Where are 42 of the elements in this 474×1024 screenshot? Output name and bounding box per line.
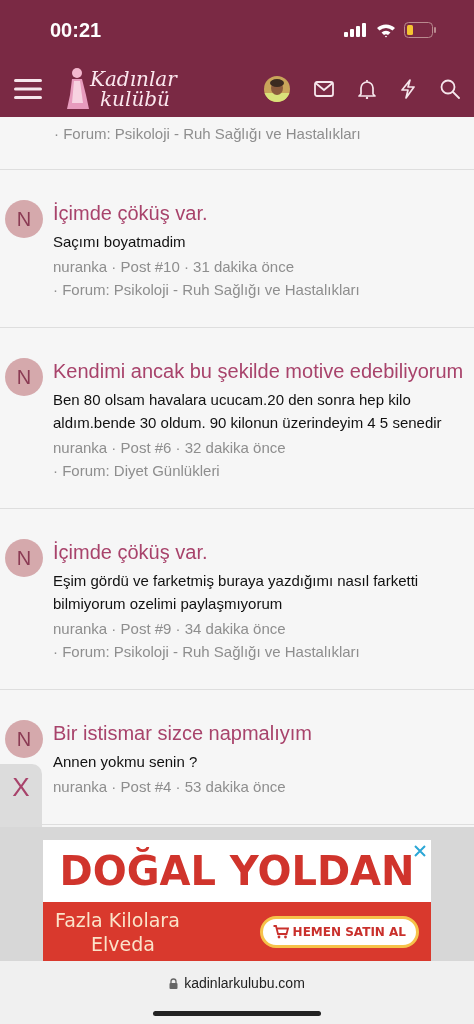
battery-icon xyxy=(404,22,436,38)
ad-tagline: Fazla Kilolara xyxy=(55,907,180,932)
post-title[interactable]: Kendimi ancak bu şekilde motive edebiliyorum xyxy=(53,358,464,384)
post-meta: nuranka · Post #6 · 32 dakika önce xyxy=(53,438,287,458)
avatar: N xyxy=(5,200,43,238)
signal-icon xyxy=(344,23,368,37)
url-text: kadinlarkulubu.com xyxy=(184,975,305,991)
post-snippet: Saçımı boyatmadim xyxy=(53,232,187,252)
close-icon[interactable] xyxy=(413,844,427,858)
logo-text: Kadınlar xyxy=(90,68,177,89)
ad-tagline: Elveda xyxy=(91,931,156,956)
menu-icon[interactable] xyxy=(14,77,42,100)
lock-icon xyxy=(169,977,179,989)
ad-headline: DOĞAL YOLDAN xyxy=(59,848,415,894)
avatar: N xyxy=(5,539,43,577)
mail-icon[interactable] xyxy=(314,80,334,97)
logo-text: kulübü xyxy=(100,88,171,109)
status-time: 00:21 xyxy=(50,18,102,42)
post-meta: nuranka · Post #4 · 53 dakika önce xyxy=(53,777,287,797)
wifi-icon xyxy=(376,22,396,38)
post-snippet: Ben 80 olsam havalara ucucam.20 den sonra hep kilo aldım.bende 30 oldum. 90 kilonun üzerindeyim 4 5 senedir xyxy=(53,390,443,433)
cart-icon xyxy=(272,924,289,939)
post-title[interactable]: İçimde çöküş var. xyxy=(53,539,464,565)
post-snippet: Annen yokmu senin ? xyxy=(53,752,199,772)
post-snippet: Eşim gördü ve farketmiş buraya yazdığımı nasıl farketti bilmiyorum ozelimi paylaşmıyorum xyxy=(53,571,420,614)
search-icon[interactable] xyxy=(440,78,460,99)
post-meta: nuranka · Post #10 · 31 dakika önce xyxy=(53,257,295,277)
forum-link[interactable]: · Forum: Diyet Günlükleri xyxy=(53,459,464,482)
avatar: N xyxy=(5,720,43,758)
dress-figure-icon xyxy=(64,66,90,111)
post-title[interactable]: İçimde çöküş var. xyxy=(53,200,360,226)
buy-now-button[interactable]: HEMEN SATIN AL xyxy=(259,915,419,948)
avatar: N xyxy=(5,358,43,396)
address-bar[interactable]: kadinlarkulubu.com xyxy=(0,961,474,1024)
forum-link[interactable]: · Forum: Psikoloji - Ruh Sağlığı ve Hastalıkları xyxy=(54,122,361,145)
post-meta: nuranka · Post #9 · 34 dakika önce xyxy=(53,619,287,639)
forum-link[interactable]: · Forum: Psikoloji - Ruh Sağlığı ve Hastalıkları xyxy=(53,640,464,663)
lightning-icon[interactable] xyxy=(400,78,416,99)
bell-icon[interactable] xyxy=(358,78,376,99)
post-title[interactable]: Bir istismar sizce napmalıyım xyxy=(53,720,312,746)
ad-close-tab[interactable]: X xyxy=(0,764,42,828)
forum-link[interactable]: · Forum: Psikoloji - Ruh Sağlığı ve Hastalıkları xyxy=(53,278,360,301)
